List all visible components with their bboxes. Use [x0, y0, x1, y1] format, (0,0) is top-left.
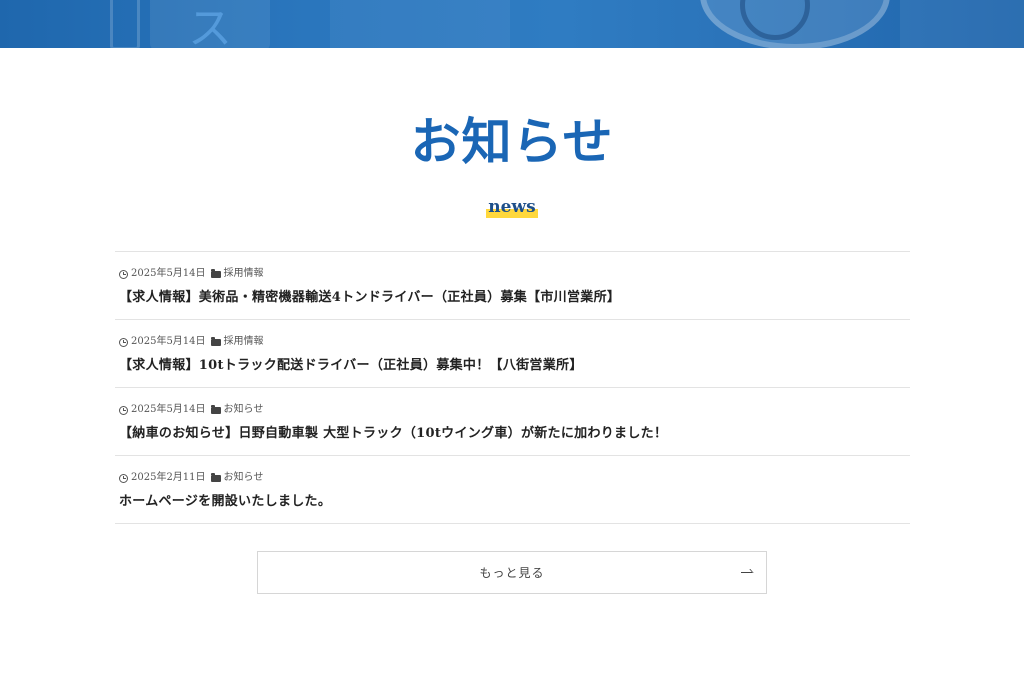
clock-icon: [119, 337, 128, 347]
news-date: 2025年5月14日: [131, 336, 206, 347]
section-subtitle: news: [486, 196, 538, 218]
news-meta: 2025年2月11日 お知らせ: [119, 471, 910, 485]
news-meta: 2025年5月14日 お知らせ: [119, 403, 910, 417]
clock-icon: [119, 473, 128, 483]
news-category[interactable]: お知らせ: [224, 471, 264, 485]
news-item[interactable]: 2025年2月11日 お知らせ ホームページを開設いたしました。: [115, 456, 910, 524]
news-category[interactable]: 採用情報: [224, 267, 264, 281]
folder-icon: [210, 336, 221, 346]
news-date: 2025年5月14日: [131, 404, 206, 415]
news-title-link[interactable]: 【求人情報】美術品・精密機器輸送4トンドライバー（正社員）募集【市川営業所】: [119, 288, 910, 308]
clock-icon: [119, 405, 128, 415]
news-meta: 2025年5月14日 採用情報: [119, 335, 910, 349]
news-item[interactable]: 2025年5月14日 採用情報 【求人情報】10tトラック配送ドライバー（正社員…: [115, 320, 910, 388]
news-title-link[interactable]: 【納車のお知らせ】日野自動車製 大型トラック（10tウイング車）が新たに加わりま…: [119, 424, 910, 444]
arrow-right-icon: [741, 572, 752, 573]
section-title: お知らせ: [410, 112, 614, 171]
news-meta: 2025年5月14日 採用情報: [119, 267, 910, 281]
news-item[interactable]: 2025年5月14日 採用情報 【求人情報】美術品・精密機器輸送4トンドライバー…: [115, 252, 910, 320]
news-category[interactable]: お知らせ: [224, 403, 264, 417]
news-date: 2025年2月11日: [131, 472, 206, 483]
news-date: 2025年5月14日: [131, 268, 206, 279]
news-category[interactable]: 採用情報: [224, 335, 264, 349]
clock-icon: [119, 269, 128, 279]
hero-banner-image: ス: [0, 0, 1024, 48]
folder-icon: [210, 268, 221, 278]
more-button-label: もっと見る: [479, 566, 545, 580]
news-title-link[interactable]: ホームページを開設いたしました。: [119, 492, 910, 512]
more-button[interactable]: もっと見る: [257, 551, 767, 594]
news-item[interactable]: 2025年5月14日 お知らせ 【納車のお知らせ】日野自動車製 大型トラック（1…: [115, 388, 910, 456]
folder-icon: [210, 404, 221, 414]
news-title-link[interactable]: 【求人情報】10tトラック配送ドライバー（正社員）募集中！【八街営業所】: [119, 356, 910, 376]
folder-icon: [210, 472, 221, 482]
news-list: 2025年5月14日 採用情報 【求人情報】美術品・精密機器輸送4トンドライバー…: [115, 251, 910, 524]
